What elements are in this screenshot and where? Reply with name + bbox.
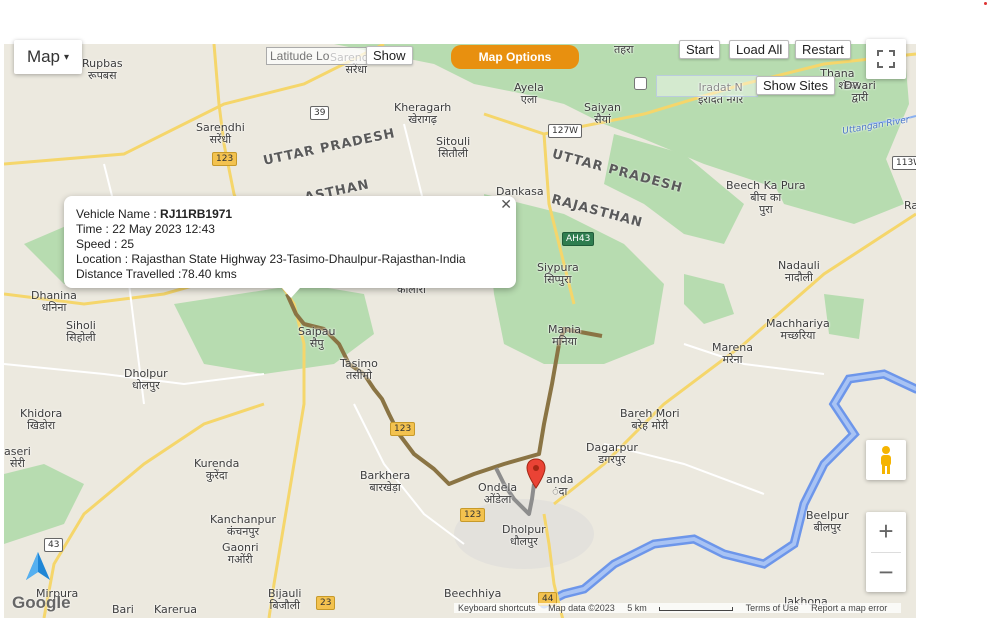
info-window-tail: [282, 288, 300, 298]
latitude-longitude-input[interactable]: [266, 47, 370, 65]
place-label: Gaonri गओंरी: [222, 541, 259, 566]
place-label: Ra: [904, 199, 916, 212]
zoom-in-button[interactable]: +: [878, 512, 893, 552]
close-icon[interactable]: ✕: [500, 197, 512, 212]
vehicle-name-value: RJ11RB1971: [160, 207, 233, 221]
place-label: Saiyan सैयां: [584, 101, 622, 126]
place-label: Dwari द्वारी: [844, 79, 876, 104]
place-label: andaंदा: [546, 473, 574, 498]
place-label: Kanchanpur कंचनपुर: [210, 513, 276, 538]
status-dot: [984, 2, 987, 5]
place-label: Karerua: [154, 603, 198, 616]
map-type-dropdown[interactable]: Map ▾: [14, 40, 82, 74]
show-sites-button[interactable]: Show Sites: [756, 76, 836, 95]
restart-button[interactable]: Restart: [795, 40, 851, 59]
place-label: Rupbas रूपबस: [82, 57, 123, 82]
road-shield: 39: [310, 106, 330, 120]
vehicle-info-window: Vehicle Name : RJ11RB1971 Time : 22 May …: [64, 196, 516, 298]
place-label: Mania मनिया: [548, 323, 581, 348]
map-options-button[interactable]: Map Options: [451, 45, 579, 69]
place-label: Marena मरेना: [712, 341, 753, 366]
place-label: Bareh Mori बरेह मोरी: [620, 407, 680, 432]
road-shield: 113W: [892, 156, 916, 170]
vehicle-name-label: Vehicle Name :: [76, 207, 161, 221]
road-shield: 23: [316, 596, 336, 610]
river-chambal: [539, 369, 916, 609]
fullscreen-icon: [877, 50, 895, 68]
place-label: Sarendhi सरेंधी: [196, 121, 245, 146]
terms-link[interactable]: Terms of Use: [746, 603, 799, 613]
scale-label: 5 km: [627, 603, 647, 613]
place-label: Beelpur बीलपुर: [806, 509, 849, 534]
place-label: Siholi सिहोली: [66, 319, 96, 344]
street-view-pegman-button[interactable]: [866, 440, 906, 480]
map-data-text: Map data ©2023: [548, 603, 615, 613]
map-canvas[interactable]: UTTAR PRADESH UTTAR PRADESH RAJASTHAN AS…: [4, 44, 916, 618]
place-label: Siypura सिप्पुरा: [537, 261, 579, 286]
pegman-icon: [881, 446, 891, 474]
chevron-down-icon: ▾: [64, 51, 70, 63]
road-shield: 123: [460, 508, 486, 522]
vehicle-time: Time : 22 May 2023 12:43: [76, 222, 215, 236]
place-label: Tasimo तसीमो: [340, 357, 378, 382]
place-label: Ondela ओंडेला: [478, 481, 518, 506]
place-label: Bari: [112, 603, 134, 616]
start-button[interactable]: Start: [679, 40, 721, 59]
road-shield: 123: [390, 422, 416, 436]
vehicle-distance: Distance Travelled :78.40 kms: [76, 267, 237, 281]
sites-input[interactable]: [656, 75, 758, 97]
keyboard-shortcuts-link[interactable]: Keyboard shortcuts: [458, 603, 536, 613]
place-label: Barkhera बारखेड़ा: [360, 469, 411, 494]
place-label: Saipau सैपु: [298, 325, 336, 350]
place-label: Sitouli सितौली: [436, 135, 471, 160]
place-label: Khidora खिडोरा: [20, 407, 63, 432]
vehicle-speed: Speed : 25: [76, 237, 135, 251]
app-logo-icon: [26, 552, 50, 580]
place-label: Kheragarh खेरागढ़: [394, 101, 452, 126]
place-label: Beechhiya: [444, 587, 502, 600]
place-label: Dhanina धनिना: [31, 289, 77, 314]
sites-checkbox[interactable]: [634, 77, 647, 90]
place-label: Machhariya मच्छरिया: [766, 317, 830, 342]
google-logo: Google: [12, 593, 71, 612]
place-label: Beech Ka Pura बीच का पुरा: [726, 179, 806, 216]
road-shield: AH43: [562, 232, 595, 246]
vehicle-location: Location : Rajasthan State Highway 23-Ta…: [76, 252, 466, 266]
zoom-out-button[interactable]: −: [878, 552, 893, 592]
place-label: Ayela एला: [514, 81, 544, 106]
vehicle-name-row: Vehicle Name : RJ11RB1971: [76, 207, 504, 222]
report-map-error-link[interactable]: Report a map error: [811, 603, 887, 613]
show-button[interactable]: Show: [366, 46, 413, 65]
place-label: Dholpur धौलपुर: [502, 523, 546, 548]
fullscreen-button[interactable]: [866, 39, 906, 79]
zoom-control: + −: [866, 512, 906, 592]
place-label: Kurenda कुरेंदा: [194, 457, 240, 482]
road-shield: 123: [212, 152, 238, 166]
vehicle-location-pin-icon[interactable]: [526, 458, 546, 490]
place-label: Nadauli नादौली: [778, 259, 820, 284]
place-label: तहरा: [614, 44, 634, 56]
map-type-label: Map: [26, 47, 61, 66]
place-label: Dagarpur डगरपुर: [586, 441, 638, 466]
road-shield: 127W: [548, 124, 583, 138]
place-label: aseri सेरी: [4, 445, 31, 470]
load-all-button[interactable]: Load All: [729, 40, 790, 59]
map-footer: Keyboard shortcuts Map data ©2023 5 km T…: [454, 603, 902, 613]
scale-bar: [659, 606, 734, 611]
place-label: Bijauli बिजौली: [268, 587, 302, 612]
place-label: Dholpur धोलपुर: [124, 367, 168, 392]
